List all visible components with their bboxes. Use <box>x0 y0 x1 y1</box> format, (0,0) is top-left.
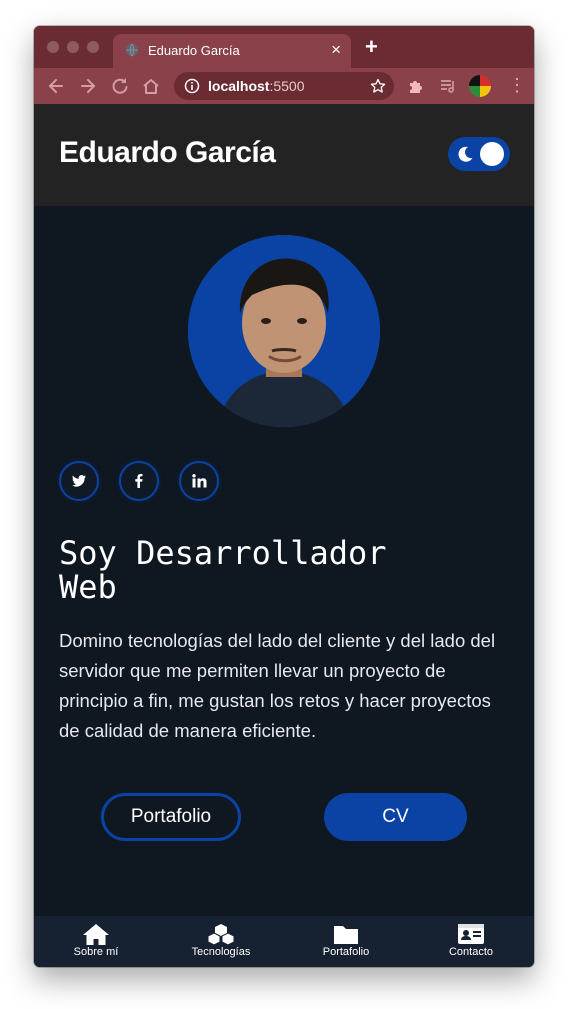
minimize-window-button[interactable] <box>67 41 79 53</box>
close-window-button[interactable] <box>47 41 59 53</box>
site-brand[interactable]: Eduardo García <box>59 136 276 170</box>
profile-avatar[interactable] <box>469 75 491 97</box>
linkedin-link[interactable] <box>179 461 219 501</box>
url-text: localhost:5500 <box>208 78 305 94</box>
back-arrow-icon[interactable] <box>46 76 66 96</box>
facebook-icon <box>135 474 143 488</box>
browser-tab[interactable]: Eduardo García × <box>113 34 351 68</box>
extensions-puzzle-icon[interactable] <box>407 77 425 95</box>
nav-item-contact[interactable]: Contacto <box>421 916 521 967</box>
hero-headline-line1: Soy Desarrollador <box>59 534 387 572</box>
cv-button[interactable]: CV <box>324 793 467 841</box>
bottom-navigation: Sobre mí Tecnologías Portafolio Contacto <box>34 916 534 967</box>
web-page: Eduardo García Soy Desarrollador Web Dom… <box>34 104 534 967</box>
reload-icon[interactable] <box>110 76 130 96</box>
nav-label-contact: Contacto <box>448 946 494 958</box>
browser-toolbar: localhost:5500 ⋮ <box>34 68 534 104</box>
folder-icon <box>334 926 358 944</box>
nav-item-about[interactable]: Sobre mí <box>46 916 146 967</box>
reading-list-icon[interactable] <box>439 77 457 95</box>
facebook-link[interactable] <box>119 461 159 501</box>
site-header: Eduardo García <box>34 104 534 206</box>
tab-title: Eduardo García <box>148 43 240 58</box>
linkedin-icon <box>192 474 207 488</box>
theme-toggle[interactable] <box>448 137 510 171</box>
globe-icon <box>125 43 139 57</box>
contact-card-icon <box>458 924 484 944</box>
hero-bio: Domino tecnologías del lado del cliente … <box>59 630 496 741</box>
moon-icon <box>458 146 473 162</box>
new-tab-button[interactable]: + <box>365 36 378 58</box>
browser-menu-icon[interactable]: ⋮ <box>508 75 526 95</box>
info-icon[interactable] <box>184 78 200 94</box>
toggle-knob <box>480 142 504 166</box>
nav-label-about: Sobre mí <box>73 946 119 958</box>
twitter-icon <box>72 475 86 487</box>
home-icon[interactable] <box>141 76 161 96</box>
maximize-window-button[interactable] <box>87 41 99 53</box>
url-host: localhost <box>208 78 270 94</box>
nav-label-tech: Tecnologías <box>191 946 251 958</box>
profile-photo-illustration <box>188 235 380 427</box>
portfolio-button[interactable]: Portafolio <box>101 793 241 841</box>
browser-window: Eduardo García × + localhost:5500 ⋮ Edua… <box>34 26 534 967</box>
close-tab-icon[interactable]: × <box>331 40 341 60</box>
nav-item-tech[interactable]: Tecnologías <box>171 916 271 967</box>
nav-item-portfolio[interactable]: Portafolio <box>296 916 396 967</box>
hero-headline-line2: Web <box>59 568 117 606</box>
address-bar[interactable]: localhost:5500 <box>174 72 394 100</box>
profile-photo <box>188 235 380 427</box>
bookmark-star-icon[interactable] <box>370 78 386 94</box>
hero-headline: Soy Desarrollador Web <box>59 536 419 604</box>
tab-strip: Eduardo García × + <box>34 26 534 68</box>
home-icon <box>83 924 109 945</box>
url-port: :5500 <box>269 78 305 94</box>
forward-arrow-icon[interactable] <box>78 76 98 96</box>
nav-label-portfolio: Portafolio <box>322 946 370 958</box>
twitter-link[interactable] <box>59 461 99 501</box>
cubes-icon <box>207 924 235 945</box>
